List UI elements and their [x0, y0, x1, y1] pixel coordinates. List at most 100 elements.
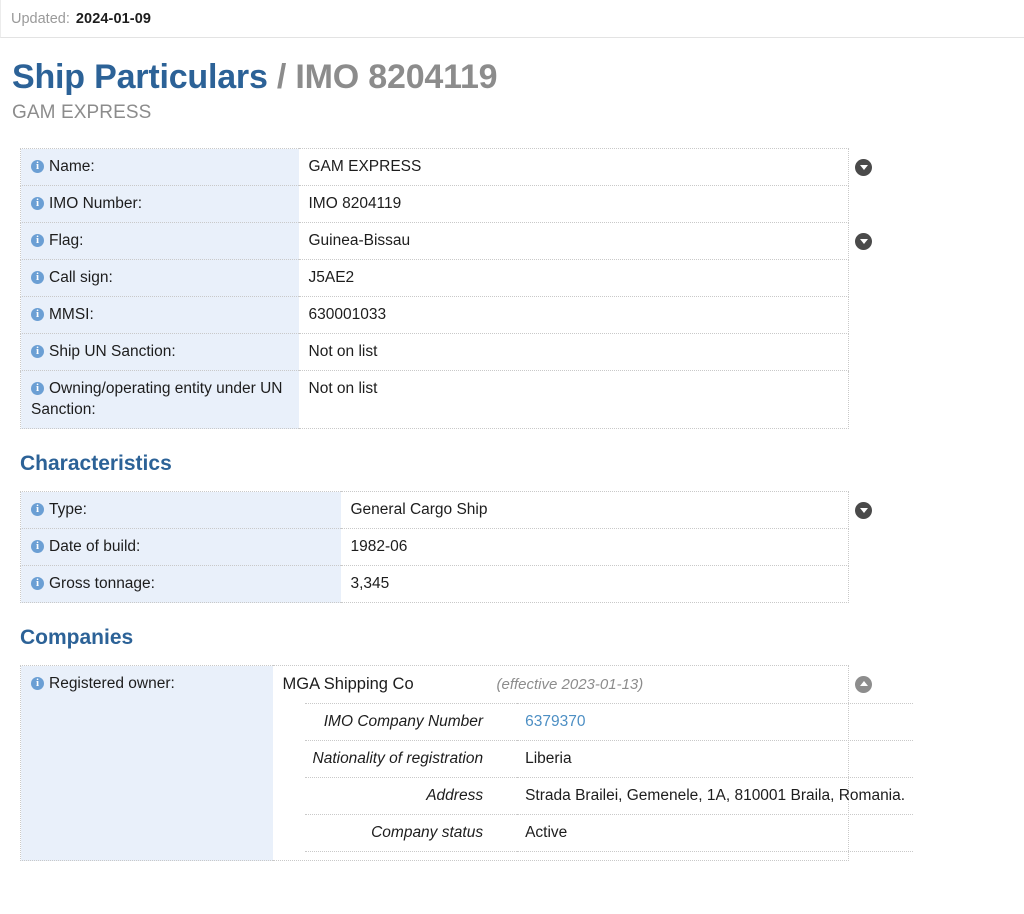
row-label-cell: IMO Number: — [20, 185, 299, 223]
row-value: 3,345 — [340, 565, 849, 603]
row-label-text: Name: — [49, 158, 95, 175]
company-detail-value: Strada Brailei, Gemenele, 1A, 810001 Bra… — [517, 777, 914, 815]
company-detail-row: IMO Company Number 6379370 — [304, 703, 914, 741]
table-row: MMSI: 630001033 — [20, 296, 849, 334]
updated-label: Updated: — [11, 10, 70, 27]
expand-row-button[interactable] — [855, 158, 872, 176]
row-label: Type: — [31, 499, 333, 520]
row-label: Call sign: — [31, 267, 291, 288]
row-label-text: Flag: — [49, 232, 84, 249]
company-detail-key: Nationality of registration — [304, 740, 518, 778]
row-label-text: Call sign: — [49, 269, 113, 286]
row-label-cell: MMSI: — [20, 296, 299, 334]
page-title-imo: IMO 8204119 — [295, 58, 498, 96]
row-value: IMO 8204119 — [298, 185, 849, 223]
company-name: MGA Shipping Co — [282, 675, 414, 693]
company-detail-row: Nationality of registration Liberia — [304, 740, 914, 778]
row-label: Date of build: — [31, 536, 333, 557]
table-row: Flag: Guinea-Bissau — [20, 222, 849, 260]
company-effective-date: (effective 2023-01-13) — [496, 676, 644, 693]
row-label-cell: Call sign: — [20, 259, 299, 297]
characteristics-heading: Characteristics — [20, 452, 172, 475]
table-row: Owning/operating entity under UN Sanctio… — [20, 370, 849, 429]
row-label-cell: Name: — [20, 148, 299, 186]
expand-row-button[interactable] — [855, 501, 872, 519]
company-detail-value: Liberia — [517, 740, 914, 778]
row-label: MMSI: — [31, 304, 291, 325]
table-row: Name: GAM EXPRESS — [20, 148, 849, 186]
info-icon[interactable] — [31, 381, 44, 395]
row-label: Gross tonnage: — [31, 573, 333, 594]
particulars-table: Name:GAM EXPRESSIMO Number:IMO 8204119Fl… — [20, 148, 849, 429]
company-detail-key: IMO Company Number — [304, 703, 518, 741]
company-detail-table: IMO Company Number 6379370 Nationality of … — [304, 703, 914, 852]
row-value: Not on list — [298, 333, 849, 371]
table-row: Call sign: J5AE2 — [20, 259, 849, 297]
row-label-cell: Flag: — [20, 222, 299, 260]
table-row: Date of build: 1982-06 — [20, 528, 849, 566]
row-label-text: Gross tonnage: — [49, 575, 155, 592]
info-icon[interactable] — [31, 270, 44, 284]
info-icon[interactable] — [31, 344, 44, 358]
table-row: Ship UN Sanction: Not on list — [20, 333, 849, 371]
companies-row-value-cell: MGA Shipping Co (effective 2023-01-13) I… — [272, 665, 914, 861]
page-title: Ship Particulars / IMO 8204119 — [12, 56, 1024, 98]
page-title-separator: / — [276, 58, 287, 96]
companies-section: Registered owner: MGA Shipping Co (effec… — [0, 665, 1024, 861]
company-detail-key: Company status — [304, 814, 518, 852]
row-label-text: Ship UN Sanction: — [49, 343, 176, 360]
info-icon[interactable] — [31, 539, 44, 553]
expand-row-button[interactable] — [855, 232, 872, 250]
page-subtitle-ship-name: GAM EXPRESS — [12, 102, 152, 123]
row-label-text: Date of build: — [49, 538, 141, 555]
companies-row-label-cell: Registered owner: — [20, 665, 273, 861]
company-detail-value: 6379370 — [517, 703, 914, 741]
row-label-cell: Date of build: — [20, 528, 341, 566]
info-icon[interactable] — [31, 307, 44, 321]
row-label-text: MMSI: — [49, 306, 94, 323]
info-icon[interactable] — [31, 576, 44, 590]
row-label: IMO Number: — [31, 193, 291, 214]
row-value: 1982-06 — [340, 528, 849, 566]
row-value: Not on list — [298, 370, 849, 429]
companies-table: Registered owner: MGA Shipping Co (effec… — [20, 665, 914, 861]
characteristics-section: Type: General Cargo Ship Date of build: 198… — [0, 491, 1024, 603]
companies-row-label-text: Registered owner: — [49, 675, 175, 692]
companies-heading: Companies — [20, 626, 134, 649]
row-label: Ship UN Sanction: — [31, 341, 291, 362]
info-icon[interactable] — [31, 196, 44, 210]
row-label-text: IMO Number: — [49, 195, 143, 212]
characteristics-table: Type: General Cargo Ship Date of build: 198… — [20, 491, 849, 603]
row-label-cell: Gross tonnage: — [20, 565, 341, 603]
company-block: MGA Shipping Co (effective 2023-01-13) I… — [282, 673, 914, 852]
info-icon[interactable] — [31, 502, 44, 516]
updated-date: 2024-01-09 — [75, 10, 152, 27]
companies-row-label: Registered owner: — [31, 673, 265, 694]
company-detail-key: Address — [304, 777, 518, 815]
row-value: 630001033 — [298, 296, 849, 334]
particulars-section: Name:GAM EXPRESSIMO Number:IMO 8204119Fl… — [0, 148, 1024, 429]
table-row: IMO Number: IMO 8204119 — [20, 185, 849, 223]
company-detail-row: Address Strada Brailei, Gemenele, 1A, 810… — [304, 777, 914, 815]
row-label-cell: Owning/operating entity under UN Sanctio… — [20, 370, 299, 429]
row-label-cell: Type: — [20, 491, 341, 529]
row-label-text: Type: — [49, 501, 87, 518]
info-icon[interactable] — [31, 233, 44, 247]
row-value: J5AE2 — [298, 259, 849, 297]
company-detail-row: Company status Active — [304, 814, 914, 852]
collapse-row-button[interactable] — [855, 675, 872, 693]
row-label: Owning/operating entity under UN Sanctio… — [31, 378, 291, 420]
row-value: Guinea-Bissau — [298, 222, 849, 260]
table-row: Registered owner: MGA Shipping Co (effec… — [20, 665, 914, 861]
info-icon[interactable] — [31, 159, 44, 173]
info-icon[interactable] — [31, 676, 44, 690]
page-title-main: Ship Particulars — [12, 58, 268, 96]
row-value: GAM EXPRESS — [298, 148, 849, 186]
updated-bar: Updated: 2024-01-09 — [0, 0, 1024, 38]
row-label: Flag: — [31, 230, 291, 251]
row-label-text: Owning/operating entity under UN Sanctio… — [31, 380, 283, 418]
row-label-cell: Ship UN Sanction: — [20, 333, 299, 371]
table-row: Type: General Cargo Ship — [20, 491, 849, 529]
imo-company-number-link[interactable]: 6379370 — [525, 713, 585, 730]
row-label: Name: — [31, 156, 291, 177]
